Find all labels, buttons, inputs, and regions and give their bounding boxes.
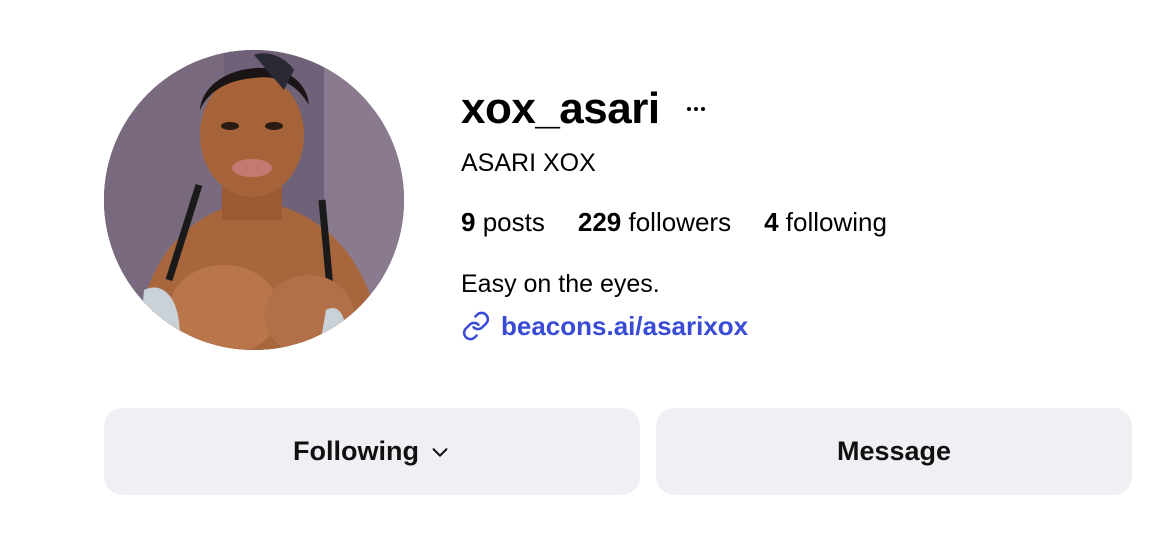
profile-username: xox_asari	[461, 84, 660, 133]
followers-count: 229	[577, 207, 622, 237]
following-label: following	[785, 207, 887, 237]
message-button-label: Message	[836, 436, 952, 466]
following-count: 4	[764, 207, 779, 237]
posts-label: posts	[482, 207, 545, 237]
following-button[interactable]: Following	[104, 408, 640, 495]
following-stat[interactable]: 4 following	[764, 205, 887, 239]
profile-bio: Easy on the eyes.	[461, 270, 660, 298]
followers-label: followers	[628, 207, 732, 237]
profile-stats: 9 posts 229 followers 4 following	[461, 205, 1121, 239]
followers-stat[interactable]: 229 followers	[578, 205, 731, 239]
profile-info: xox_asari ASARI XOX 9 posts 229 follower…	[461, 80, 1121, 343]
posts-stat[interactable]: 9 posts	[461, 205, 545, 239]
posts-count: 9	[461, 207, 476, 237]
profile-link-text[interactable]: beacons.ai/asarixox	[501, 309, 748, 343]
following-button-label: Following	[293, 436, 419, 466]
profile-link[interactable]: beacons.ai/asarixox	[461, 309, 1121, 343]
link-icon	[461, 311, 491, 341]
profile-full-name: ASARI XOX	[461, 149, 596, 177]
more-horizontal-icon[interactable]	[684, 97, 708, 121]
username-row: xox_asari	[461, 80, 1121, 138]
message-button[interactable]: Message	[656, 408, 1132, 495]
avatar-image	[104, 50, 404, 350]
chevron-down-icon	[429, 441, 451, 463]
profile-avatar[interactable]	[104, 50, 404, 350]
